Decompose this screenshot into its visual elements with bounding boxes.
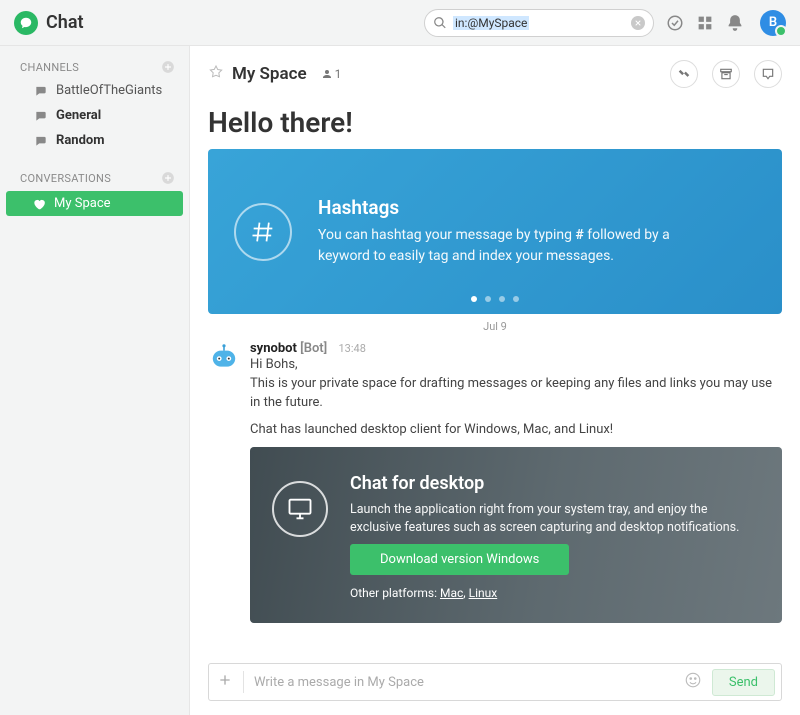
add-channel-icon[interactable] bbox=[161, 60, 175, 74]
download-button[interactable]: Download version Windows bbox=[350, 544, 569, 575]
message-meta: synobot [Bot] 13:48 bbox=[250, 341, 782, 356]
channel-icon bbox=[34, 109, 48, 123]
room-header: My Space 1 bbox=[190, 46, 800, 94]
top-bar: Chat in:@MySpace B bbox=[0, 0, 800, 46]
main-panel: My Space 1 Hello there! Hashtags You can… bbox=[190, 46, 800, 715]
app-title: Chat bbox=[46, 12, 84, 33]
channels-header: CHANNELS bbox=[0, 56, 189, 78]
conversation-label: My Space bbox=[54, 196, 111, 211]
channel-label: General bbox=[56, 108, 101, 123]
date-separator: Jul 9 bbox=[190, 314, 800, 337]
bot-tag: [Bot] bbox=[300, 341, 327, 356]
conversations-header: CONVERSATIONS bbox=[0, 167, 189, 189]
settings-button[interactable] bbox=[670, 60, 698, 88]
linux-link[interactable]: Linux bbox=[469, 586, 498, 600]
search-clear-icon[interactable] bbox=[631, 16, 645, 30]
add-conversation-icon[interactable] bbox=[161, 171, 175, 185]
channel-item[interactable]: Random bbox=[0, 128, 189, 153]
channel-label: BattleOfTheGiants bbox=[56, 83, 162, 98]
attach-icon[interactable] bbox=[217, 672, 233, 692]
desktop-promo-card: Chat for desktop Launch the application … bbox=[250, 447, 782, 622]
search-value: in:@MySpace bbox=[453, 16, 529, 30]
search-icon bbox=[433, 16, 447, 30]
send-button[interactable]: Send bbox=[712, 669, 775, 696]
hashtag-icon bbox=[234, 203, 292, 261]
banner-body: You can hashtag your message by typing #… bbox=[318, 225, 678, 267]
sidebar: CHANNELS BattleOfTheGiants General Rando… bbox=[0, 46, 190, 715]
heart-icon bbox=[32, 197, 46, 211]
top-icons: B bbox=[666, 10, 786, 36]
archive-button[interactable] bbox=[712, 60, 740, 88]
message-time: 13:48 bbox=[338, 342, 365, 355]
conversation-item-myspace[interactable]: My Space bbox=[6, 191, 183, 216]
avatar-initial: B bbox=[769, 15, 777, 30]
carousel-dots[interactable] bbox=[471, 296, 519, 302]
todo-icon[interactable] bbox=[666, 14, 684, 32]
desktop-card-title: Chat for desktop bbox=[350, 471, 760, 497]
search-input-wrap[interactable]: in:@MySpace bbox=[424, 9, 654, 37]
user-avatar[interactable]: B bbox=[760, 10, 786, 36]
message-composer: Send bbox=[208, 663, 782, 701]
channel-icon bbox=[34, 84, 48, 98]
app-logo bbox=[14, 11, 38, 35]
grid-icon[interactable] bbox=[696, 14, 714, 32]
conversations-label: CONVERSATIONS bbox=[20, 172, 111, 185]
monitor-icon bbox=[272, 481, 328, 537]
channel-label: Random bbox=[56, 133, 105, 148]
greeting: Hello there! bbox=[190, 94, 800, 149]
emoji-icon[interactable] bbox=[684, 671, 702, 693]
channel-item[interactable]: BattleOfTheGiants bbox=[0, 78, 189, 103]
bot-avatar bbox=[208, 341, 240, 373]
composer-input[interactable] bbox=[254, 675, 684, 690]
member-count[interactable]: 1 bbox=[321, 67, 342, 81]
room-title: My Space bbox=[232, 64, 307, 84]
channels-label: CHANNELS bbox=[20, 61, 79, 74]
channel-item[interactable]: General bbox=[0, 103, 189, 128]
star-icon[interactable] bbox=[208, 64, 224, 84]
desktop-card-body: Launch the application right from your s… bbox=[350, 501, 760, 536]
inbox-button[interactable] bbox=[754, 60, 782, 88]
other-platforms: Other platforms: Mac, Linux bbox=[350, 585, 760, 602]
mac-link[interactable]: Mac bbox=[440, 586, 463, 600]
tips-banner: Hashtags You can hashtag your message by… bbox=[208, 149, 782, 314]
message-author: synobot bbox=[250, 341, 297, 356]
message-content: Hi Bohs, This is your private space for … bbox=[250, 356, 782, 623]
bell-icon[interactable] bbox=[726, 14, 744, 32]
banner-title: Hashtags bbox=[318, 196, 678, 219]
message-row: synobot [Bot] 13:48 Hi Bohs, This is you… bbox=[190, 337, 800, 627]
channel-icon bbox=[34, 134, 48, 148]
